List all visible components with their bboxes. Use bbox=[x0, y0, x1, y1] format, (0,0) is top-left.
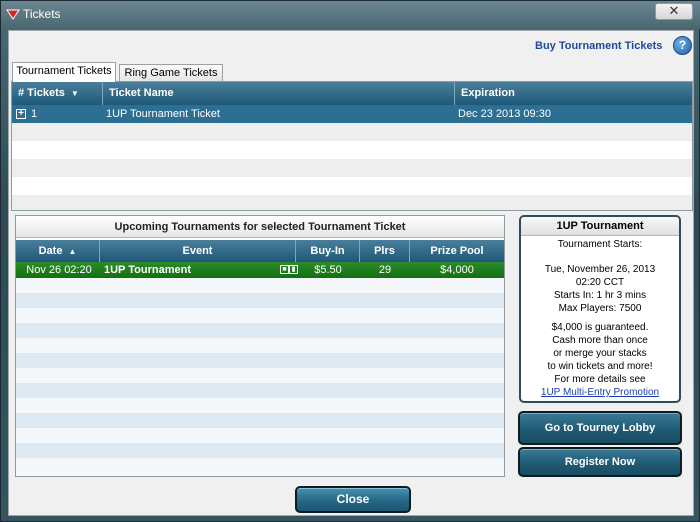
tickets-table: # Tickets ▼ Ticket Name Expiration + 1 1U… bbox=[11, 81, 693, 211]
column-header-expiration[interactable]: Expiration bbox=[455, 82, 694, 105]
empty-row bbox=[12, 141, 692, 159]
sort-up-icon: ▲ bbox=[68, 247, 77, 256]
tournament-info-panel: 1UP Tournament Tournament Starts: Tue, N… bbox=[519, 215, 681, 403]
empty-row bbox=[12, 159, 692, 177]
info-promo-line: or merge your stacks bbox=[553, 348, 647, 359]
late-reg-icon: ■ bbox=[280, 265, 289, 274]
tab-ring-game-tickets[interactable]: Ring Game Tickets bbox=[119, 64, 223, 82]
empty-row bbox=[16, 308, 504, 323]
upcoming-title: Upcoming Tournaments for selected Tourna… bbox=[16, 216, 504, 238]
buy-tournament-tickets-link[interactable]: Buy Tournament Tickets bbox=[535, 40, 662, 52]
tab-tournament-tickets[interactable]: Tournament Tickets bbox=[12, 62, 116, 82]
info-title: 1UP Tournament bbox=[521, 217, 679, 236]
empty-row bbox=[16, 278, 504, 293]
help-icon[interactable]: ? bbox=[673, 36, 692, 55]
column-header-prize-pool[interactable]: Prize Pool bbox=[410, 240, 504, 262]
info-max-players: Max Players: 7500 bbox=[558, 303, 642, 314]
tournament-players: 29 bbox=[378, 264, 392, 276]
go-to-tourney-lobby-button[interactable]: Go to Tourney Lobby bbox=[518, 411, 682, 445]
info-time: 02:20 CCT bbox=[575, 277, 625, 288]
column-header-tickets[interactable]: # Tickets ▼ bbox=[12, 82, 103, 105]
tournament-event: 1UP Tournament bbox=[104, 264, 191, 276]
info-promo-line: to win tickets and more! bbox=[547, 361, 653, 372]
close-icon: ✕ bbox=[668, 3, 680, 18]
info-promo-line: For more details see bbox=[554, 374, 646, 385]
app-logo-icon bbox=[6, 9, 20, 20]
upcoming-table-header: Date ▲ Event Buy-In Plrs Prize Pool bbox=[16, 240, 504, 262]
ticket-expiration: Dec 23 2013 09:30 bbox=[458, 108, 551, 120]
tournament-buyin: $5.50 bbox=[314, 264, 342, 276]
sort-down-icon: ▼ bbox=[70, 89, 79, 98]
window-frame: Tickets ✕ Buy Tournament Tickets ? Tourn… bbox=[0, 0, 700, 522]
info-promo-line: Cash more than once bbox=[552, 335, 648, 346]
empty-row bbox=[12, 195, 692, 210]
empty-row bbox=[16, 338, 504, 353]
empty-row bbox=[16, 353, 504, 368]
info-starts-in: Starts In: 1 hr 3 mins bbox=[553, 290, 647, 301]
window-title: Tickets bbox=[23, 7, 61, 21]
expand-plus-icon[interactable]: + bbox=[16, 109, 26, 119]
tournament-row[interactable]: Nov 26 02:20 1UP Tournament ■ ▮ $5.50 29… bbox=[16, 262, 504, 278]
empty-row bbox=[16, 398, 504, 413]
info-date: Tue, November 26, 2013 bbox=[544, 264, 656, 275]
register-now-button[interactable]: Register Now bbox=[518, 447, 682, 477]
empty-row bbox=[16, 323, 504, 338]
empty-row bbox=[16, 293, 504, 308]
tournament-prize-pool: $4,000 bbox=[440, 264, 474, 276]
empty-row bbox=[16, 383, 504, 398]
ticket-name: 1UP Tournament Ticket bbox=[106, 108, 220, 120]
empty-row bbox=[12, 177, 692, 195]
tickets-table-header: # Tickets ▼ Ticket Name Expiration bbox=[12, 82, 692, 105]
column-header-label: # Tickets bbox=[18, 87, 65, 99]
info-promo-line: $4,000 is guaranteed. bbox=[551, 322, 649, 333]
column-header-label: Date bbox=[38, 245, 63, 257]
empty-row bbox=[16, 428, 504, 443]
column-header-date[interactable]: Date ▲ bbox=[16, 240, 100, 262]
close-button[interactable]: Close bbox=[295, 486, 411, 513]
column-header-players[interactable]: Plrs bbox=[360, 240, 410, 262]
empty-row bbox=[16, 368, 504, 383]
window-close-button[interactable]: ✕ bbox=[655, 3, 693, 20]
column-header-event[interactable]: Event bbox=[100, 240, 296, 262]
upcoming-tournaments-panel: Upcoming Tournaments for selected Tourna… bbox=[15, 215, 505, 477]
ticket-count: 1 bbox=[31, 108, 38, 120]
empty-row bbox=[16, 413, 504, 428]
client-area: Buy Tournament Tickets ? Tournament Tick… bbox=[8, 30, 694, 516]
info-starts-label: Tournament Starts: bbox=[557, 239, 643, 250]
tournament-date: Nov 26 02:20 bbox=[26, 264, 92, 276]
empty-row bbox=[16, 443, 504, 458]
empty-row bbox=[12, 123, 692, 141]
column-header-buyin[interactable]: Buy-In bbox=[296, 240, 360, 262]
table-row[interactable]: + 1 1UP Tournament Ticket Dec 23 2013 09… bbox=[12, 105, 692, 123]
column-header-ticket-name[interactable]: Ticket Name bbox=[103, 82, 455, 105]
promo-link[interactable]: 1UP Multi-Entry Promotion bbox=[541, 387, 659, 398]
empty-row bbox=[16, 458, 504, 476]
title-bar[interactable]: Tickets ✕ bbox=[1, 1, 700, 29]
